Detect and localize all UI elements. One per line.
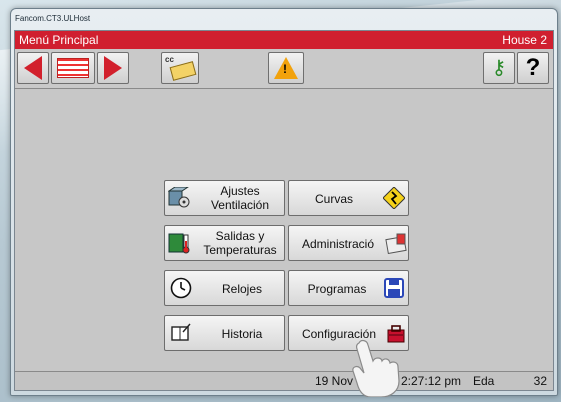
back-button[interactable]: [17, 52, 49, 84]
ajustes-ventilacion-button[interactable]: Ajustes Ventilación: [164, 180, 285, 216]
client-area: Menú Principal House 2 cc ! ⚷ ? Ajustes …: [14, 30, 554, 391]
warning-icon: !: [274, 57, 298, 79]
status-bar: 19 Nov 2 2:27:12 pm Eda 32: [15, 371, 553, 390]
curvas-label: Curvas: [314, 192, 353, 206]
header-bar: Menú Principal House 2: [15, 31, 553, 49]
cc-money-icon: cc: [165, 55, 197, 81]
administracion-label: Administració: [301, 237, 375, 251]
app-window: Fancom.CT3.ULHost Menú Principal House 2…: [10, 8, 558, 396]
keys-button[interactable]: ⚷: [483, 52, 515, 84]
left-arrow-icon: [24, 56, 42, 80]
book-icon: [171, 323, 191, 341]
status-user: Eda: [473, 374, 495, 388]
page-title: Menú Principal: [19, 33, 99, 47]
historia-button[interactable]: Historia: [164, 315, 285, 351]
window-title: Fancom.CT3.ULHost: [15, 14, 91, 23]
help-button[interactable]: ?: [517, 52, 549, 84]
alarm-button[interactable]: !: [268, 52, 304, 84]
admin-icon: [385, 233, 407, 254]
forward-button[interactable]: [97, 52, 129, 84]
relojes-button[interactable]: Relojes: [164, 270, 285, 306]
keys-icon: ⚷: [491, 57, 507, 79]
floppy-icon: [384, 278, 404, 298]
cc-button[interactable]: cc: [161, 52, 199, 84]
historia-label: Historia: [221, 327, 263, 341]
programas-label: Programas: [307, 282, 367, 296]
curvas-button[interactable]: Curvas: [288, 180, 409, 216]
list-icon: [57, 58, 89, 78]
help-icon: ?: [525, 54, 541, 81]
administracion-button[interactable]: Administració: [288, 225, 409, 261]
programas-button[interactable]: Programas: [288, 270, 409, 306]
clock-icon: [170, 277, 192, 299]
thermometer-icon: [168, 233, 190, 254]
salidas-temperaturas-button[interactable]: Salidas y Temperaturas: [164, 225, 285, 261]
curve-sign-icon: [383, 187, 405, 209]
ventilation-icon: [168, 187, 190, 208]
relojes-label: Relojes: [221, 282, 263, 296]
house-label: House 2: [502, 33, 547, 47]
pointing-hand-icon: [352, 339, 400, 397]
status-number: 32: [533, 374, 547, 388]
salidas-label: Salidas y Temperaturas: [203, 229, 277, 257]
right-arrow-icon: [104, 56, 122, 80]
toolbar: cc ! ⚷ ?: [15, 50, 553, 89]
ajustes-label: Ajustes Ventilación: [210, 184, 270, 212]
list-button[interactable]: [51, 52, 95, 84]
